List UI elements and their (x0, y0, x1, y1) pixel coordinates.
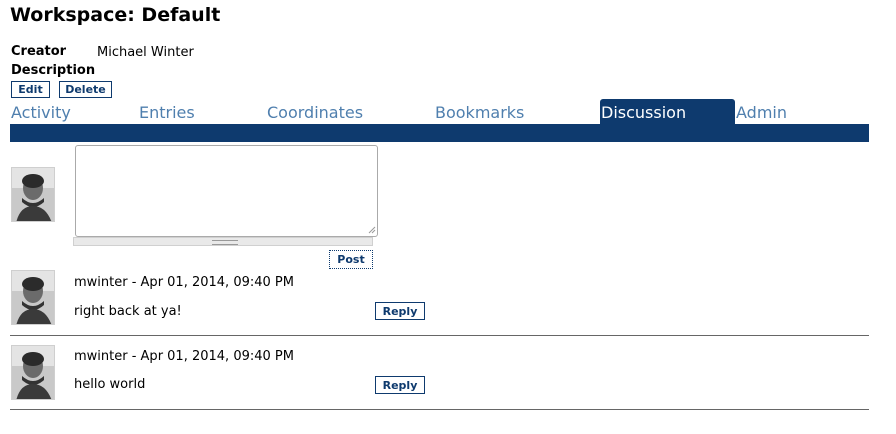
user-avatar (11, 167, 55, 222)
post-divider (10, 409, 869, 410)
post-text: hello world (74, 377, 146, 392)
post-avatar (11, 270, 55, 325)
post-author-line: mwinter - Apr 01, 2014, 09:40 PM (74, 349, 294, 364)
textarea-resize-handle[interactable] (73, 237, 373, 246)
tab-discussion[interactable]: Discussion (600, 99, 735, 124)
tab-activity[interactable]: Activity (10, 99, 80, 124)
tab-bar (10, 124, 869, 142)
grip-lines-icon (212, 240, 238, 245)
avatar-photo-icon (12, 168, 54, 221)
avatar-photo-icon (12, 271, 54, 324)
creator-value: Michael Winter (97, 45, 194, 60)
tab-admin[interactable]: Admin (735, 99, 795, 124)
description-label: Description (11, 63, 96, 78)
avatar-photo-icon (12, 346, 54, 399)
post-button[interactable]: Post (329, 250, 373, 269)
edit-button[interactable]: Edit (11, 81, 50, 98)
resize-grip-icon[interactable] (367, 225, 376, 234)
comment-input[interactable] (75, 145, 378, 237)
reply-button[interactable]: Reply (375, 376, 425, 394)
page-title: Workspace: Default (10, 4, 221, 26)
post-avatar (11, 345, 55, 400)
post-text: right back at ya! (74, 304, 182, 319)
tab-coordinates[interactable]: Coordinates (266, 99, 376, 124)
reply-button[interactable]: Reply (375, 302, 425, 320)
tab-entries[interactable]: Entries (138, 99, 208, 124)
delete-button[interactable]: Delete (59, 81, 112, 98)
post-author-line: mwinter - Apr 01, 2014, 09:40 PM (74, 275, 294, 290)
post-divider (10, 335, 869, 336)
tab-bookmarks[interactable]: Bookmarks (434, 99, 534, 124)
creator-label: Creator (11, 44, 67, 59)
